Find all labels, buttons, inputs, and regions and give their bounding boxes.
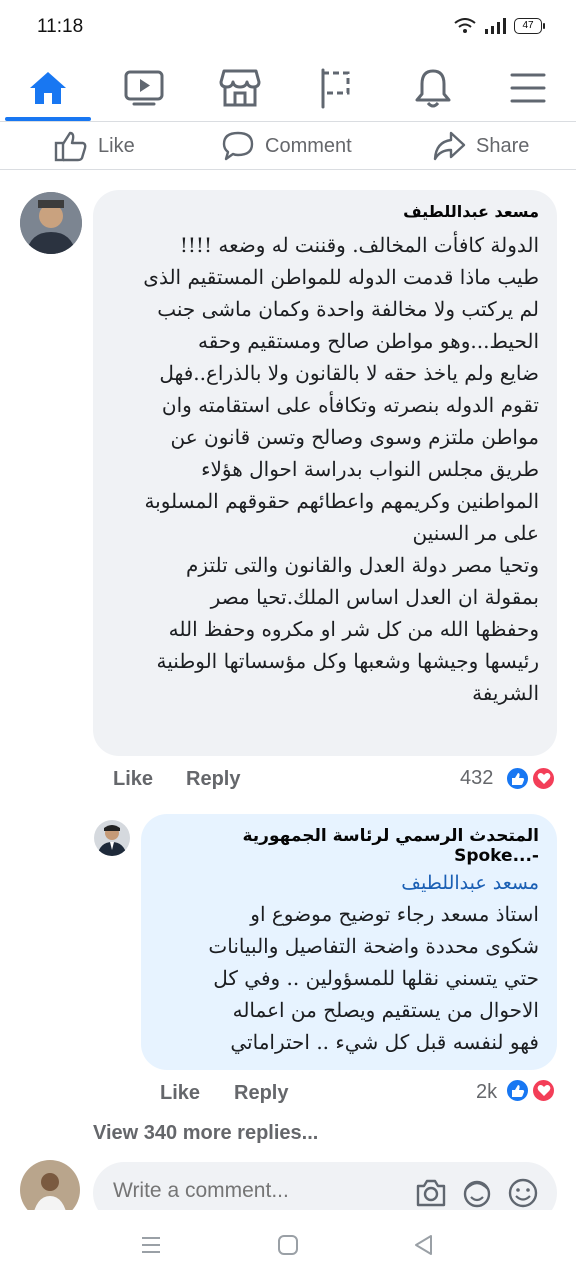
active-tab-indicator	[5, 117, 91, 121]
comment-author[interactable]: مسعد عبداللطيف	[111, 202, 539, 221]
reply-author-avatar[interactable]	[94, 820, 130, 856]
love-reaction-icon	[531, 766, 556, 791]
status-time: 11:18	[37, 16, 84, 37]
thumbs-up-icon	[54, 131, 87, 162]
comment-line: رئيسها وجيشها وشعبها وكل مؤسساتها الوطني…	[156, 649, 539, 673]
post-action-row: Like Comment Share	[0, 122, 576, 170]
comment-line: ضايع ولم ياخذ حقه لا بالقانون ولا بالذرا…	[159, 361, 539, 385]
reply-like-button[interactable]: Like	[160, 1082, 200, 1105]
reply-line: حتي يتسني نقلها للمسؤولين .. وفي كل	[213, 966, 539, 990]
battery-icon: 47	[514, 18, 545, 34]
reply-author[interactable]: المتحدث الرسمي لرئاسة الجمهورية -...Spok…	[159, 826, 539, 866]
like-button[interactable]: Like	[54, 128, 135, 164]
reply-text: استاذ مسعد رجاء توضيح موضوع او شكوى محدد…	[159, 898, 539, 1058]
home-button-icon[interactable]	[277, 1234, 299, 1256]
reply-reaction-count[interactable]: 2k	[476, 1081, 497, 1104]
comment-line: على مر السنين	[412, 521, 539, 545]
reply-line: فهو لنفسه قبل كل شيء .. احتراماتي	[230, 1030, 539, 1054]
love-reaction-icon	[531, 1078, 556, 1103]
wifi-icon	[454, 18, 476, 33]
comment-icon	[222, 131, 254, 161]
emoji-icon[interactable]	[507, 1177, 539, 1209]
avatar-sticker-icon[interactable]	[461, 1177, 493, 1209]
signal-icon	[485, 18, 506, 34]
share-label: Share	[476, 134, 530, 157]
comment-reaction-count[interactable]: 432	[460, 767, 493, 790]
comment-button[interactable]: Comment	[221, 128, 352, 164]
share-icon	[433, 131, 466, 161]
reply-line: الاحوال من يستقيم ويصلح من اعماله	[232, 998, 539, 1022]
comment-line: الدولة كافأت المخالف. وقننت له وضعه !!!!	[179, 233, 539, 257]
comment-line: طريق مجلس النواب بدراسة احوال هؤلاء	[201, 457, 539, 481]
reply-line: شكوى محددة واضحة التفاصيل والبيانات	[208, 934, 539, 958]
video-icon[interactable]	[114, 62, 174, 114]
comment-input[interactable]	[113, 1179, 393, 1203]
pages-flag-icon[interactable]	[306, 62, 366, 114]
comment-text: الدولة كافأت المخالف. وقننت له وضعه !!!!…	[111, 229, 539, 709]
top-navigation	[0, 56, 576, 122]
comment-line: وحفظها الله من كل شر او مكروه وحفظ الله	[168, 617, 539, 641]
status-icons: 47	[454, 18, 545, 34]
comment-line: الحيط...وهو مواطن صالح ومستقيم وحقه	[197, 329, 539, 353]
like-reaction-icon	[505, 1078, 530, 1103]
comment-line: المواطنين وكريمهم واعطائهم حقوقهم المسلو…	[144, 489, 539, 513]
like-label: Like	[98, 134, 135, 157]
reply-reply-button[interactable]: Reply	[234, 1082, 288, 1105]
marketplace-icon[interactable]	[210, 62, 270, 114]
comment-line: مواطن ملتزم وسوى وصالح وتسن قانون عن	[170, 425, 539, 449]
menu-icon[interactable]	[498, 62, 558, 114]
comment-line: طيب ماذا قدمت الدوله للمواطن المستقيم ال…	[143, 265, 539, 289]
reply-mention[interactable]: مسعد عبداللطيف	[159, 872, 539, 894]
comment-line: بمقولة ان العدل اساس الملك.تحيا مصر	[210, 585, 539, 609]
comment-line: الشريفة	[472, 681, 539, 705]
like-reaction-icon	[505, 766, 530, 791]
comment-line: وتحيا مصر دولة العدل والقانون والتى تلتز…	[186, 553, 539, 577]
commenter-avatar[interactable]	[20, 192, 82, 254]
reply-bubble: المتحدث الرسمي لرئاسة الجمهورية -...Spok…	[141, 814, 557, 1070]
camera-icon[interactable]	[415, 1178, 447, 1208]
home-icon[interactable]	[18, 62, 78, 114]
reply-line: استاذ مسعد رجاء توضيح موضوع او	[250, 902, 539, 926]
comment-bubble: مسعد عبداللطيف الدولة كافأت المخالف. وقن…	[93, 190, 557, 756]
comment-line: لم يركتب ولا مخالفة واحدة وكمان ماشى جنب	[157, 297, 539, 321]
comment-like-button[interactable]: Like	[113, 768, 153, 791]
share-button[interactable]: Share	[432, 128, 529, 164]
comment-reply-button[interactable]: Reply	[186, 768, 240, 791]
system-navigation-bar	[0, 1210, 576, 1280]
comment-label: Comment	[265, 134, 352, 157]
view-more-replies-link[interactable]: View 340 more replies...	[93, 1122, 318, 1145]
back-icon[interactable]	[412, 1233, 434, 1257]
comment-line: تقوم الدوله بنصرته وتكافأه على استقامته …	[161, 393, 539, 417]
notifications-bell-icon[interactable]	[403, 62, 463, 114]
status-bar: 11:18 47	[0, 0, 576, 56]
recent-apps-icon[interactable]	[140, 1235, 162, 1255]
